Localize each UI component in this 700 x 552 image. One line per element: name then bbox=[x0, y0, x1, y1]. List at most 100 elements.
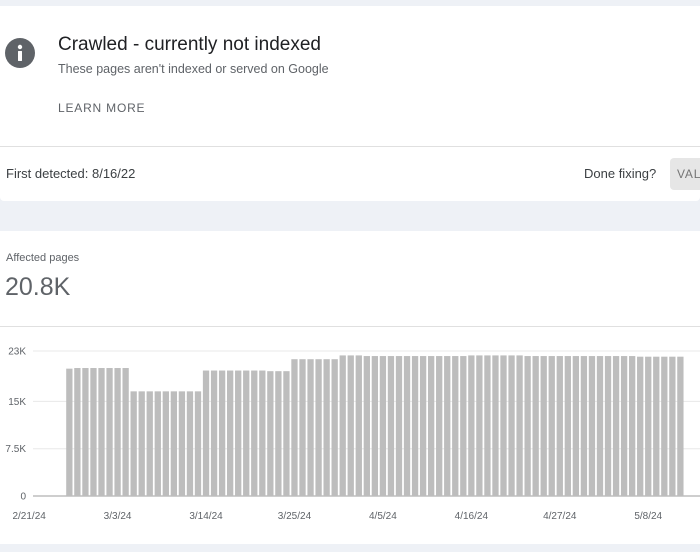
bar-4/23/24[interactable] bbox=[524, 356, 531, 496]
bar-4/25/24[interactable] bbox=[540, 356, 547, 496]
bar-4/4/24[interactable] bbox=[371, 356, 379, 496]
bar-3/16/24[interactable] bbox=[218, 370, 226, 496]
bar-4/14/24[interactable] bbox=[452, 356, 459, 496]
bar-4/10/24[interactable] bbox=[419, 356, 427, 496]
bar-4/3/24[interactable] bbox=[363, 356, 370, 496]
bar-2/28/24[interactable] bbox=[82, 368, 89, 496]
bar-3/15/24[interactable] bbox=[210, 370, 218, 496]
bar-3/1/24[interactable] bbox=[98, 368, 105, 496]
affected-pages-label: Affected pages bbox=[6, 252, 80, 264]
bar-4/7/24[interactable] bbox=[395, 356, 403, 496]
bar-4/9/24[interactable] bbox=[411, 356, 419, 496]
affected-pages-chart: 0 7.5K 15K 23K 2/21/24 3/3/24 3/14/24 3/25/24 4… bbox=[5, 347, 700, 522]
x-tick-label: 4/27/24 bbox=[543, 511, 577, 522]
bar-4/6/24[interactable] bbox=[387, 356, 395, 496]
bar-5/12/24[interactable] bbox=[677, 356, 684, 496]
bar-4/24/24[interactable] bbox=[532, 356, 539, 496]
divider bbox=[0, 146, 700, 147]
bar-5/3/24[interactable] bbox=[604, 356, 612, 496]
bar-3/24/24[interactable] bbox=[283, 371, 290, 496]
x-tick-label: 4/5/24 bbox=[369, 511, 397, 522]
bar-5/1/24[interactable] bbox=[588, 356, 596, 496]
bar-3/22/24[interactable] bbox=[267, 371, 274, 496]
bar-3/21/24[interactable] bbox=[259, 370, 266, 496]
bar-3/3/24[interactable] bbox=[114, 368, 121, 496]
bar-3/18/24[interactable] bbox=[235, 370, 242, 496]
bar-3/31/24[interactable] bbox=[339, 355, 346, 496]
bar-3/13/24[interactable] bbox=[194, 391, 202, 496]
bar-3/23/24[interactable] bbox=[275, 371, 282, 496]
bar-3/20/24[interactable] bbox=[251, 370, 258, 496]
learn-more-link[interactable]: LEARN MORE bbox=[58, 101, 145, 115]
bar-3/19/24[interactable] bbox=[243, 370, 250, 496]
x-tick-label: 2/21/24 bbox=[12, 511, 46, 522]
x-tick-label: 5/8/24 bbox=[634, 511, 662, 522]
issue-subtitle: These pages aren't indexed or served on … bbox=[58, 62, 329, 76]
bar-4/29/24[interactable] bbox=[572, 356, 580, 496]
bar-3/26/24[interactable] bbox=[299, 359, 306, 496]
bar-4/26/24[interactable] bbox=[548, 356, 555, 496]
y-tick-label: 23K bbox=[8, 347, 26, 358]
bar-2/29/24[interactable] bbox=[90, 368, 97, 496]
bar-4/20/24[interactable] bbox=[500, 355, 507, 496]
x-tick-label: 3/14/24 bbox=[189, 511, 223, 522]
bar-5/5/24[interactable] bbox=[620, 356, 628, 496]
bar-2/26/24[interactable] bbox=[66, 368, 73, 496]
y-tick-label: 7.5K bbox=[5, 444, 26, 455]
bar-4/5/24[interactable] bbox=[379, 356, 387, 496]
chart-bars bbox=[66, 355, 684, 496]
bar-4/16/24[interactable] bbox=[468, 355, 475, 496]
bar-2/27/24[interactable] bbox=[74, 368, 81, 496]
bar-3/5/24[interactable] bbox=[130, 391, 137, 496]
bar-4/11/24[interactable] bbox=[428, 356, 435, 496]
bar-4/15/24[interactable] bbox=[460, 356, 467, 496]
bar-4/27/24[interactable] bbox=[556, 356, 563, 496]
bar-5/11/24[interactable] bbox=[669, 356, 676, 496]
bar-3/29/24[interactable] bbox=[323, 359, 330, 496]
bar-4/22/24[interactable] bbox=[516, 355, 523, 496]
x-tick-label: 3/3/24 bbox=[104, 511, 132, 522]
bar-5/10/24[interactable] bbox=[661, 356, 668, 496]
bar-3/28/24[interactable] bbox=[315, 359, 322, 496]
issue-title: Crawled - currently not indexed bbox=[58, 34, 321, 55]
bar-5/4/24[interactable] bbox=[612, 356, 620, 496]
bar-3/11/24[interactable] bbox=[178, 391, 186, 496]
bar-3/8/24[interactable] bbox=[154, 391, 161, 496]
bar-5/9/24[interactable] bbox=[653, 356, 660, 496]
bar-3/9/24[interactable] bbox=[162, 391, 169, 496]
bar-4/2/24[interactable] bbox=[355, 355, 362, 496]
issue-card: Crawled - currently not indexed These pa… bbox=[0, 6, 700, 201]
bar-4/18/24[interactable] bbox=[484, 355, 491, 496]
bar-3/12/24[interactable] bbox=[186, 391, 194, 496]
bar-4/1/24[interactable] bbox=[347, 355, 354, 496]
bar-4/21/24[interactable] bbox=[508, 355, 515, 496]
bar-3/30/24[interactable] bbox=[331, 359, 338, 496]
bar-3/14/24[interactable] bbox=[202, 370, 210, 496]
validate-fix-button[interactable]: VALIDATE FIX bbox=[670, 158, 700, 190]
bar-4/28/24[interactable] bbox=[564, 356, 571, 496]
bar-3/6/24[interactable] bbox=[138, 391, 145, 496]
bar-3/7/24[interactable] bbox=[146, 391, 153, 496]
bar-3/25/24[interactable] bbox=[291, 359, 298, 496]
bar-3/2/24[interactable] bbox=[106, 368, 113, 496]
bar-4/12/24[interactable] bbox=[436, 356, 443, 496]
bar-4/30/24[interactable] bbox=[580, 356, 588, 496]
chart-x-axis: 2/21/24 3/3/24 3/14/24 3/25/24 4/5/24 4/16/24… bbox=[12, 511, 662, 522]
chart-card: Affected pages 20.8K 0 7.5K 15K 23K 2/21/24… bbox=[0, 231, 700, 544]
bar-3/4/24[interactable] bbox=[122, 368, 129, 496]
x-tick-label: 3/25/24 bbox=[278, 511, 312, 522]
bar-4/19/24[interactable] bbox=[492, 355, 499, 496]
bar-5/8/24[interactable] bbox=[645, 356, 652, 496]
bar-3/10/24[interactable] bbox=[170, 391, 178, 496]
y-tick-label: 15K bbox=[8, 397, 26, 408]
affected-pages-value: 20.8K bbox=[5, 273, 71, 301]
bar-4/17/24[interactable] bbox=[476, 355, 483, 496]
bar-5/6/24[interactable] bbox=[629, 356, 636, 496]
bar-3/17/24[interactable] bbox=[227, 370, 234, 496]
bar-4/13/24[interactable] bbox=[444, 356, 451, 496]
bar-5/2/24[interactable] bbox=[596, 356, 604, 496]
done-fixing-text: Done fixing? bbox=[584, 166, 657, 181]
bar-4/8/24[interactable] bbox=[403, 356, 411, 496]
bar-3/27/24[interactable] bbox=[307, 359, 314, 496]
bar-5/7/24[interactable] bbox=[637, 356, 644, 496]
